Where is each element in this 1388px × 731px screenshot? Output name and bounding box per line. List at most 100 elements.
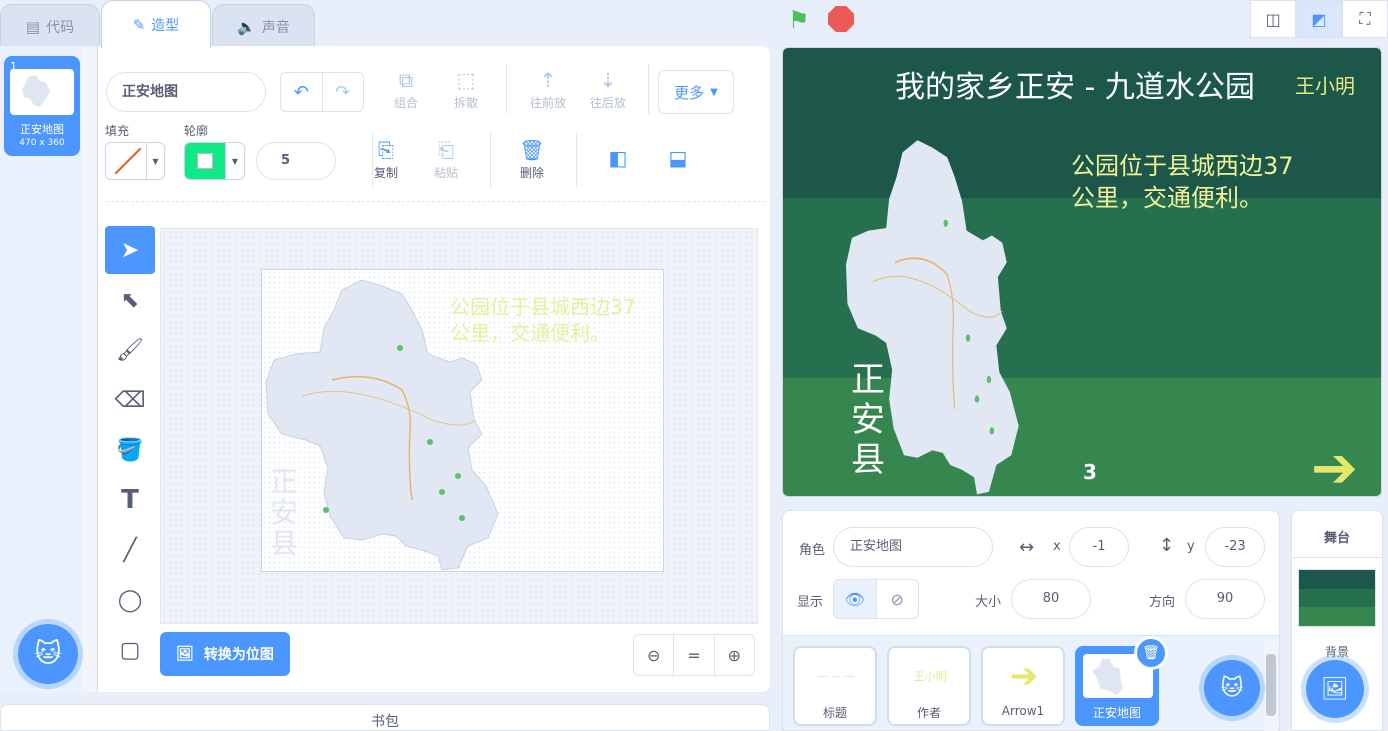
sprite-label: 角色 bbox=[799, 543, 826, 558]
arrow-up-icon: ⇡ bbox=[539, 68, 557, 92]
stage-vtext-char: 正 bbox=[851, 360, 885, 400]
rectangle-tool[interactable]: ▢ bbox=[105, 626, 155, 674]
costume-item[interactable]: 1 正安地图 470 x 360 bbox=[4, 56, 80, 156]
stage-text-line: 公里，交通便利。 bbox=[1071, 184, 1263, 212]
sprite-list-scrollbar[interactable] bbox=[1264, 640, 1278, 731]
text-icon: T bbox=[121, 485, 139, 515]
tab-costumes[interactable]: ✎ 造型 bbox=[101, 0, 211, 48]
add-sprite-button[interactable]: 🐱 bbox=[1204, 660, 1260, 716]
y-input[interactable]: -23 bbox=[1205, 527, 1265, 567]
forward-button[interactable]: ⇡ 往前放 bbox=[522, 66, 574, 111]
convert-label: 转换为位图 bbox=[203, 647, 274, 663]
sprite-tile-arrow1[interactable]: ➔ Arrow1 bbox=[981, 646, 1065, 726]
size-input[interactable]: 80 bbox=[1011, 579, 1091, 619]
line-tool[interactable]: ╱ bbox=[105, 526, 155, 574]
undo-button[interactable]: ↶ bbox=[281, 73, 322, 111]
costume-size: 470 x 360 bbox=[19, 138, 65, 148]
stage-vtext-char: 安 bbox=[851, 400, 885, 440]
brush-icon: 🖌 bbox=[116, 337, 144, 363]
fullscreen-button[interactable]: ⛶ bbox=[1342, 0, 1388, 38]
canvas-vtext-char: 县 bbox=[270, 527, 299, 560]
paste-label: 粘贴 bbox=[433, 166, 458, 180]
paint-canvas[interactable]: 公园位于县城西边37 公里，交通便利。 正 安 县 bbox=[261, 269, 664, 572]
ungroup-button[interactable]: ⬚ 拆散 bbox=[440, 66, 492, 111]
hide-button[interactable]: ⊘ bbox=[875, 580, 919, 618]
flip-vertical-button[interactable]: ⬓ bbox=[652, 144, 704, 172]
outline-color-picker[interactable]: ▼ bbox=[184, 142, 245, 180]
tab-code[interactable]: ▤ 代码 bbox=[0, 4, 100, 48]
text-tool[interactable]: T bbox=[105, 476, 155, 524]
backpack-header[interactable]: 书包 bbox=[0, 704, 770, 731]
eraser-tool[interactable]: ⌫ bbox=[105, 376, 155, 424]
copy-button[interactable]: ⎘ 复制 bbox=[360, 136, 412, 181]
stage-number: 3 bbox=[1083, 460, 1097, 484]
flip-horizontal-button[interactable]: ◧ bbox=[592, 144, 644, 172]
zoom-in-button[interactable]: ⊕ bbox=[713, 635, 754, 675]
show-button[interactable]: 👁 bbox=[834, 580, 876, 618]
stage-county-label: 正 安 县 bbox=[851, 360, 891, 480]
stage-vtext-char: 县 bbox=[851, 440, 885, 480]
paint-editor: 正安地图 ↶ ↷ ⧉ 组合 ⬚ 拆散 ⇡ 往前放 ⇣ 往后放 更多 ▼ 填充 轮… bbox=[98, 46, 770, 692]
eye-icon: 👁 bbox=[844, 589, 865, 609]
arrow-sprite-icon: ➔ bbox=[1311, 436, 1358, 497]
convert-to-bitmap-button[interactable]: 🖼 转换为位图 bbox=[160, 632, 290, 676]
sprite-tile-author[interactable]: 王小明 作者 bbox=[887, 646, 971, 726]
stage-text-line: 公园位于县城西边37 bbox=[1071, 152, 1294, 180]
fill-tool[interactable]: 🪣 bbox=[105, 426, 155, 474]
toolbar-divider bbox=[576, 132, 577, 188]
select-tool[interactable]: ➤ bbox=[105, 226, 155, 274]
image-plus-icon: 🖼 bbox=[1321, 676, 1349, 702]
group-icon: ⧉ bbox=[398, 68, 414, 92]
fullscreen-icon: ⛶ bbox=[1359, 9, 1371, 28]
fill-color-picker[interactable]: ▼ bbox=[105, 142, 165, 180]
eye-slash-icon: ⊘ bbox=[890, 589, 904, 609]
backdrops-label: 背景 bbox=[1324, 645, 1349, 659]
ungroup-icon: ⬚ bbox=[456, 68, 476, 92]
add-backdrop-button[interactable]: 🖼 bbox=[1306, 660, 1364, 718]
redo-button[interactable]: ↷ bbox=[321, 73, 364, 111]
toolbar-divider bbox=[648, 64, 649, 114]
sprite-name-input[interactable]: 正安地图 bbox=[833, 527, 993, 567]
paste-button[interactable]: ⎗ 粘贴 bbox=[420, 136, 472, 181]
costume-list-scrollbar[interactable] bbox=[82, 46, 96, 692]
costume-name-input[interactable]: 正安地图 bbox=[106, 72, 266, 112]
reshape-icon: ⬉ bbox=[120, 287, 140, 313]
delete-sprite-button[interactable]: 🗑 bbox=[1134, 636, 1168, 670]
zoom-out-button[interactable]: ⊖ bbox=[634, 635, 673, 675]
backward-button[interactable]: ⇣ 往后放 bbox=[582, 66, 634, 111]
delete-button[interactable]: 🗑 删除 bbox=[506, 136, 558, 181]
small-stage-button[interactable]: ◫ bbox=[1250, 0, 1296, 38]
caret-down-icon: ▼ bbox=[146, 143, 164, 179]
x-input[interactable]: -1 bbox=[1069, 527, 1129, 567]
green-flag-button[interactable]: ⚑ bbox=[788, 6, 810, 34]
direction-input[interactable]: 90 bbox=[1185, 579, 1265, 619]
zoom-reset-button[interactable]: = bbox=[673, 635, 713, 675]
sprite-thumbnail: — — — bbox=[817, 670, 855, 682]
tab-sounds[interactable]: 🔈 声音 bbox=[212, 4, 315, 48]
sprite-thumbnail: ➔ bbox=[1009, 656, 1039, 696]
group-button[interactable]: ⧉ 组合 bbox=[380, 66, 432, 111]
sprite-tile-title[interactable]: — — — 标题 bbox=[793, 646, 877, 726]
group-label: 组合 bbox=[393, 96, 418, 110]
editor-tabs: ▤ 代码 ✎ 造型 🔈 声音 bbox=[0, 0, 320, 48]
sprite-name: 正安地图 bbox=[1092, 706, 1141, 720]
costume-list: 1 正安地图 470 x 360 🐱 bbox=[0, 46, 98, 692]
sprite-name: 标题 bbox=[822, 706, 847, 720]
stage-description-sprite: 公园位于县城西边37 公里，交通便利。 bbox=[1071, 150, 1294, 214]
fill-swatch-none bbox=[106, 143, 146, 179]
more-button[interactable]: 更多 ▼ bbox=[658, 70, 734, 114]
paint-canvas-area[interactable]: 公园位于县城西边37 公里，交通便利。 正 安 县 bbox=[160, 228, 758, 624]
stage[interactable]: 我的家乡正安 - 九道水公园 王小明 公园位于县城西边37 公里，交通便利。 正… bbox=[782, 47, 1382, 497]
small-stage-icon: ◫ bbox=[1265, 9, 1281, 29]
reshape-tool[interactable]: ⬉ bbox=[105, 276, 155, 324]
forward-label: 往前放 bbox=[529, 96, 566, 110]
add-costume-button[interactable]: 🐱 bbox=[18, 624, 78, 684]
stroke-width-input[interactable]: 5 bbox=[256, 142, 336, 180]
stop-button[interactable] bbox=[828, 6, 854, 32]
normal-stage-button[interactable]: ◩ bbox=[1296, 0, 1342, 38]
brush-tool[interactable]: 🖌 bbox=[105, 326, 155, 374]
backdrop-thumbnail bbox=[1298, 569, 1376, 627]
visibility-toggle: 👁 ⊘ bbox=[833, 579, 919, 619]
paste-icon: ⎗ bbox=[438, 138, 454, 162]
circle-tool[interactable]: ◯ bbox=[105, 576, 155, 624]
